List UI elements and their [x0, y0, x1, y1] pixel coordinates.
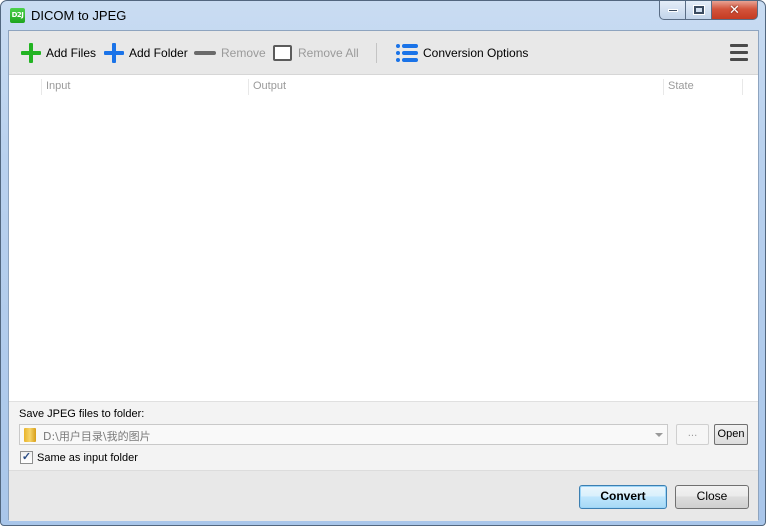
- add-folder-label: Add Folder: [129, 46, 188, 60]
- toolbar: Add Files Add Folder Remove Remove All C…: [9, 31, 758, 75]
- remove-label: Remove: [221, 46, 266, 60]
- app-icon: D2J: [10, 8, 25, 23]
- conversion-options-label: Conversion Options: [423, 46, 529, 60]
- remove-button[interactable]: Remove: [194, 41, 266, 65]
- same-as-input-checkbox[interactable]: ✓: [20, 451, 33, 464]
- menu-hamburger-icon[interactable]: [730, 44, 748, 62]
- chevron-down-icon[interactable]: [655, 433, 663, 437]
- close-icon: ✕: [729, 2, 740, 18]
- toolbar-separator: [376, 43, 377, 63]
- add-folder-button[interactable]: Add Folder: [104, 41, 188, 65]
- remove-minus-icon: [194, 51, 216, 55]
- column-header-output[interactable]: Output: [248, 79, 663, 95]
- remove-all-button[interactable]: Remove All: [273, 41, 359, 65]
- dialog-footer: Convert Close: [9, 471, 758, 521]
- close-window-button[interactable]: ✕: [712, 1, 758, 20]
- close-button[interactable]: Close: [675, 485, 749, 509]
- file-list-grid[interactable]: Input Output State: [9, 75, 758, 401]
- minimize-button[interactable]: [659, 1, 686, 20]
- maximize-icon: [693, 6, 704, 14]
- add-files-button[interactable]: Add Files: [21, 41, 96, 65]
- add-files-label: Add Files: [46, 46, 97, 60]
- title-bar[interactable]: D2J DICOM to JPEG ✕: [1, 1, 765, 31]
- maximize-button[interactable]: [686, 1, 712, 20]
- window-title: DICOM to JPEG: [31, 8, 127, 23]
- save-folder-label: Save JPEG files to folder:: [19, 408, 145, 420]
- list-options-icon: [396, 44, 418, 62]
- grid-header: Input Output State: [9, 75, 758, 97]
- column-header-state[interactable]: State: [663, 79, 742, 95]
- convert-button[interactable]: Convert: [579, 485, 667, 509]
- column-divider: [742, 79, 743, 95]
- same-as-input-option[interactable]: ✓ Same as input folder: [20, 451, 138, 464]
- same-as-input-label: Same as input folder: [37, 451, 138, 464]
- open-folder-button[interactable]: Open: [714, 424, 748, 445]
- minimize-icon: [667, 8, 678, 12]
- conversion-options-button[interactable]: Conversion Options: [396, 41, 528, 65]
- output-folder-path: D:\用户目录\我的图片: [43, 430, 151, 443]
- app-window: D2J DICOM to JPEG ✕ Add Files Add Folder…: [0, 0, 766, 526]
- browse-button[interactable]: ...: [676, 424, 709, 445]
- client-area: Add Files Add Folder Remove Remove All C…: [8, 30, 759, 521]
- output-folder-combo[interactable]: D:\用户目录\我的图片: [19, 424, 668, 445]
- caption-buttons: ✕: [659, 1, 758, 21]
- add-folder-plus-icon: [104, 43, 124, 63]
- remove-all-label: Remove All: [298, 46, 359, 60]
- remove-all-square-icon: [273, 45, 292, 61]
- add-files-plus-icon: [21, 43, 41, 63]
- output-settings-panel: Save JPEG files to folder: D:\用户目录\我的图片 …: [9, 401, 758, 471]
- folder-icon: [24, 428, 36, 442]
- column-header-input[interactable]: Input: [41, 79, 248, 95]
